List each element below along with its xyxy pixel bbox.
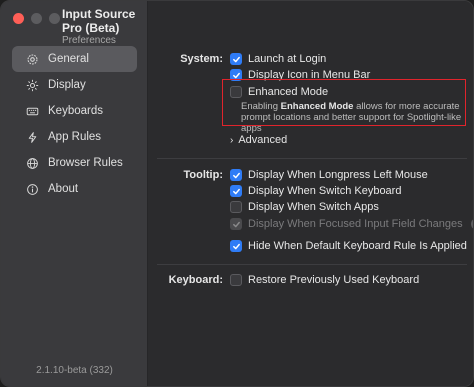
sidebar-item-label: App Rules xyxy=(48,131,102,143)
checkbox-label: Hide When Default Keyboard Rule Is Appli… xyxy=(248,240,467,252)
empty-checkbox-icon xyxy=(230,201,242,213)
checkmark-icon xyxy=(230,53,242,65)
desc-text: Enabling xyxy=(241,101,281,112)
sidebar-item-label: General xyxy=(48,53,89,65)
sidebar: Input Source Pro (Beta) Preferences Gene… xyxy=(1,1,148,386)
checkmark-icon xyxy=(230,169,242,181)
minimize-button[interactable] xyxy=(31,13,42,24)
desc-bold: Enhanced Mode xyxy=(280,101,354,112)
tooltip-section-label: Tooltip: xyxy=(183,169,224,181)
window-controls xyxy=(13,13,60,24)
info-icon xyxy=(24,181,40,197)
sun-icon xyxy=(24,77,40,93)
checkmark-icon xyxy=(230,240,242,252)
checkbox-label: Enhanced Mode xyxy=(248,86,329,98)
sidebar-item-label: Browser Rules xyxy=(48,157,123,169)
title-block: Input Source Pro (Beta) Preferences xyxy=(62,7,147,47)
checkbox-label: Launch at Login xyxy=(248,53,327,65)
chevron-right-icon: › xyxy=(230,134,234,146)
keyboard-section-label: Keyboard: xyxy=(168,274,223,286)
sidebar-item-browser-rules[interactable]: Browser Rules xyxy=(12,150,137,176)
preferences-window: Input Source Pro (Beta) Preferences Gene… xyxy=(0,0,474,387)
empty-checkbox-icon xyxy=(230,86,242,98)
globe-icon xyxy=(24,155,40,171)
sidebar-item-general[interactable]: General xyxy=(12,46,137,72)
sidebar-item-label: Display xyxy=(48,79,86,91)
sidebar-item-label: About xyxy=(48,183,79,195)
system-section-label: System: xyxy=(180,53,223,65)
checkbox-label: Display When Longpress Left Mouse xyxy=(248,169,428,181)
keyboard-icon xyxy=(24,103,40,119)
sidebar-item-display[interactable]: Display xyxy=(12,72,137,98)
longpress-checkbox[interactable]: Display When Longpress Left Mouse xyxy=(230,169,428,181)
window-title: Input Source Pro (Beta) xyxy=(62,7,136,35)
sidebar-item-label: Keyboards xyxy=(48,105,103,117)
launch-at-login-checkbox[interactable]: Launch at Login xyxy=(230,53,326,65)
zoom-button[interactable] xyxy=(49,13,60,24)
empty-checkbox-icon xyxy=(230,274,242,286)
focused-input-checkbox: Display When Focused Input Field Changes… xyxy=(230,218,473,230)
divider xyxy=(157,264,467,265)
checkbox-label: Display When Focused Input Field Changes xyxy=(248,218,463,230)
checkbox-label: Display When Switch Apps xyxy=(248,201,379,213)
sidebar-item-app-rules[interactable]: App Rules xyxy=(12,124,137,150)
sidebar-item-keyboards[interactable]: Keyboards xyxy=(12,98,137,124)
switch-keyboard-checkbox[interactable]: Display When Switch Keyboard xyxy=(230,185,401,197)
switch-apps-checkbox[interactable]: Display When Switch Apps xyxy=(230,201,379,213)
app-rules-icon xyxy=(24,129,40,145)
divider xyxy=(157,158,467,159)
checkbox-label: Display When Switch Keyboard xyxy=(248,185,402,197)
hide-default-rule-checkbox[interactable]: Hide When Default Keyboard Rule Is Appli… xyxy=(230,240,467,252)
general-settings-pane: System: Launch at Login Display Icon in … xyxy=(149,1,473,386)
enhanced-mode-description: Enabling Enhanced Mode allows for more a… xyxy=(241,101,471,134)
enhanced-mode-checkbox[interactable]: Enhanced Mode xyxy=(230,86,328,98)
sidebar-nav: General Display Keyboards App Rules Brow… xyxy=(12,46,137,202)
advanced-disclosure[interactable]: › Advanced xyxy=(230,134,287,146)
gear-icon xyxy=(24,51,40,67)
checkbox-label: Restore Previously Used Keyboard xyxy=(248,274,420,286)
close-button[interactable] xyxy=(13,13,24,24)
checkmark-icon xyxy=(230,218,242,230)
restore-previous-keyboard-checkbox[interactable]: Restore Previously Used Keyboard xyxy=(230,274,419,286)
checkmark-icon xyxy=(230,185,242,197)
advanced-label: Advanced xyxy=(238,134,288,146)
sidebar-item-about[interactable]: About xyxy=(12,176,137,202)
version-label: 2.1.10-beta (332) xyxy=(36,365,113,376)
help-icon[interactable]: ? xyxy=(470,218,473,230)
